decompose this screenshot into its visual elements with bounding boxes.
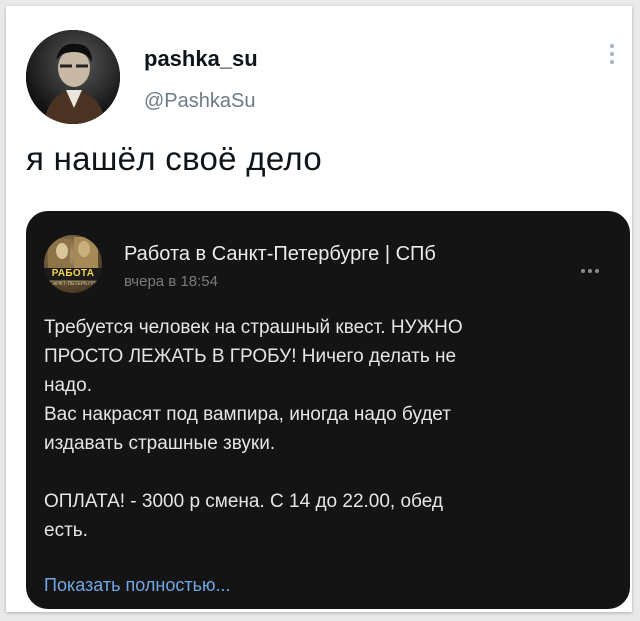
author-avatar[interactable] (26, 30, 120, 124)
embedded-post-card: РАБОТА САНКТ-ПЕТЕРБУРГ Работа в Санкт-Пе… (26, 211, 630, 609)
group-name[interactable]: Работа в Санкт-Петербурге | СПб (124, 243, 436, 266)
post-body-line: Требуется человек на страшный квест. НУЖ… (44, 317, 463, 338)
post-body-line: Вас накрасят под вампира, иногда надо бу… (44, 404, 451, 425)
author-handle[interactable]: @PashkaSu (144, 90, 255, 113)
author-name[interactable]: pashka_su (144, 46, 258, 72)
group-avatar-label: РАБОТА (44, 268, 102, 280)
payment-line: ОПЛАТА! - 3000 р смена. С 14 до 22.00, о… (44, 491, 443, 512)
post-time: вчера в 18:54 (124, 273, 218, 290)
author-avatar-image (26, 30, 120, 124)
post-body-line: издавать страшные звуки. (44, 433, 276, 454)
post-body-line: ПРОСТО ЛЕЖАТЬ В ГРОБУ! Ничего делать не (44, 346, 457, 367)
tweet-text: я нашёл своё дело (26, 140, 322, 177)
post-body-line: надо. (44, 375, 92, 396)
show-more-link[interactable]: Показать полностью... (44, 575, 230, 596)
more-options-icon[interactable] (610, 44, 614, 64)
post-body: Требуется человек на страшный квест. НУЖ… (44, 313, 614, 545)
post-options-icon[interactable] (581, 269, 599, 273)
group-avatar-sublabel: САНКТ-ПЕТЕРБУРГ (49, 281, 97, 287)
payment-line: есть. (44, 520, 88, 541)
group-avatar[interactable]: РАБОТА САНКТ-ПЕТЕРБУРГ (44, 235, 102, 293)
tweet-container: pashka_su @PashkaSu я нашёл своё дело РА… (6, 6, 632, 612)
